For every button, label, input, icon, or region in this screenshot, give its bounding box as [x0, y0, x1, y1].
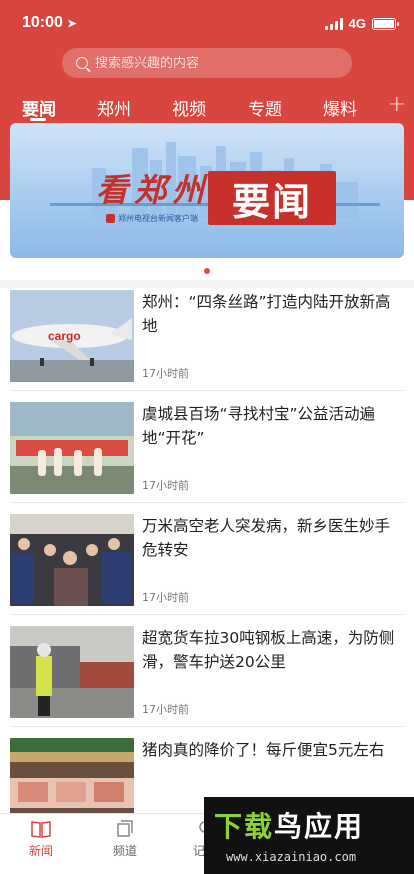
news-item[interactable]: 虞城县百场“寻找村宝”公益活动遍地“开花” 17小时前 [10, 402, 404, 496]
news-title: 超宽货车拉30吨钢板上高速，为防侧滑，警车护送20公里 [142, 629, 395, 671]
list-divider [10, 390, 404, 391]
svg-text:cargo: cargo [48, 329, 81, 343]
tabbar-label: 频道 [112, 844, 137, 858]
watermark-brand: 下载鸟应用 [214, 810, 365, 843]
list-divider [10, 614, 404, 615]
list-divider [10, 502, 404, 503]
tab-active-indicator [30, 118, 46, 121]
news-item[interactable]: 万米高空老人突发病，新乡医生妙手危转安 17小时前 [10, 514, 404, 608]
section-separator [0, 280, 414, 288]
banner-carousel[interactable]: 看郑州 要闻 郑州电视台新闻客户端 [10, 123, 404, 258]
signal-icon [324, 17, 343, 30]
tab-zhengzhou[interactable]: 郑州 [97, 95, 131, 120]
news-thumbnail: cargo [10, 290, 134, 382]
status-indicators: 4G [324, 16, 399, 31]
news-time: 17小时前 [142, 591, 189, 604]
news-item[interactable]: 超宽货车拉30吨钢板上高速，为防侧滑，警车护送20公里 17小时前 [10, 626, 404, 720]
watermark-url: www.xiazainiao.com [226, 850, 357, 864]
news-item[interactable]: cargo 郑州：“四条丝路”打造内陆开放新高地 17小时前 [10, 290, 404, 384]
channel-icon [117, 820, 133, 837]
tab-tips[interactable]: 爆料 [323, 95, 357, 120]
battery-icon [372, 17, 399, 30]
book-icon [31, 821, 51, 838]
news-thumbnail [10, 514, 134, 606]
banner-headline: 要闻 [208, 171, 336, 225]
category-tabs: 要闻 郑州 视频 专题 爆料 + [0, 92, 414, 122]
news-thumbnail [10, 402, 134, 494]
search-bar[interactable] [62, 48, 352, 78]
status-bar: 10:00 ➤ 4G [0, 10, 414, 40]
tabbar-channel[interactable]: 频道 [95, 820, 155, 859]
carousel-indicator [0, 268, 414, 274]
plus-icon[interactable]: + [388, 92, 406, 117]
news-thumbnail [10, 626, 134, 718]
news-title: 猪肉真的降价了！每斤便宜5元左右 [142, 741, 385, 759]
news-title: 郑州：“四条丝路”打造内陆开放新高地 [142, 293, 391, 335]
search-icon [76, 57, 88, 69]
carousel-dot [204, 268, 210, 274]
search-input[interactable] [95, 55, 335, 71]
list-divider [10, 726, 404, 727]
tab-special[interactable]: 专题 [248, 95, 282, 120]
news-time: 17小时前 [142, 367, 189, 380]
tabbar-news[interactable]: 新闻 [11, 820, 71, 859]
news-time: 17小时前 [142, 479, 189, 492]
watermark: 下载鸟应用 www.xiazainiao.com [204, 797, 414, 874]
news-title: 虞城县百场“寻找村宝”公益活动遍地“开花” [142, 405, 376, 447]
tabbar-label: 新闻 [28, 844, 53, 858]
banner-calligraphy: 看郑州 [96, 171, 211, 209]
station-logo-icon [106, 214, 115, 223]
tab-yaowen[interactable]: 要闻 [22, 95, 56, 120]
network-label: 4G [348, 16, 366, 31]
banner-subtitle: 郑州电视台新闻客户端 [106, 213, 198, 224]
news-title: 万米高空老人突发病，新乡医生妙手危转安 [142, 517, 391, 559]
news-time: 17小时前 [142, 703, 189, 716]
tab-video[interactable]: 视频 [172, 95, 206, 120]
status-time: 10:00 ➤ [22, 14, 77, 31]
